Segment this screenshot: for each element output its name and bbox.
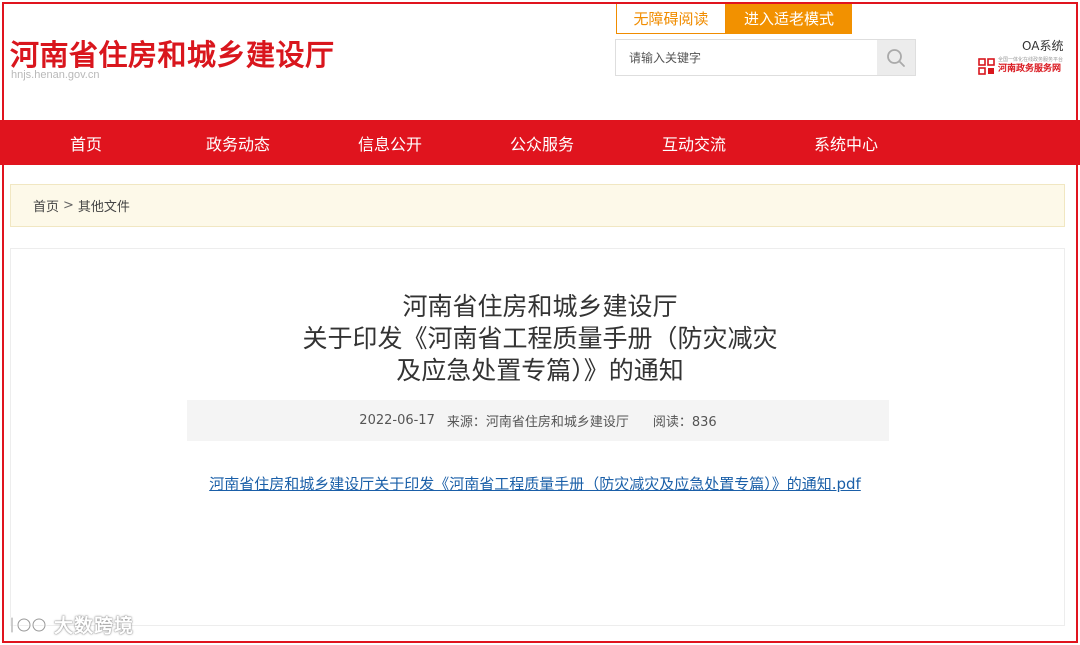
gov-service-small-text: 全国一体化在线政务服务平台 [998, 57, 1064, 63]
watermark-logo-icon [10, 616, 47, 633]
nav-item-government-news[interactable]: 政务动态 [162, 120, 314, 165]
elder-mode-button[interactable]: 进入适老模式 [726, 3, 852, 34]
accessibility-reading-button[interactable]: 无障碍阅读 [616, 3, 726, 34]
breadcrumb-current[interactable]: 其他文件 [78, 196, 130, 215]
site-header: 河南省住房和城乡建设厅 hnjs.henan.gov.cn 无障碍阅读 进入适老… [0, 0, 1080, 120]
nav-item-info-disclosure[interactable]: 信息公开 [314, 120, 466, 165]
gov-service-logo-icon [978, 57, 995, 75]
site-url: hnjs.henan.gov.cn [11, 69, 100, 81]
article-date: 2022-06-17 [359, 413, 435, 428]
article-title-line-2: 关于印发《河南省工程质量手册（防灾减灾 [302, 324, 778, 353]
oa-system-link[interactable]: OA系统 [1022, 37, 1063, 54]
article-source: 来源：河南省住房和城乡建设厅 [446, 415, 629, 430]
nav-item-public-service[interactable]: 公众服务 [466, 120, 618, 165]
breadcrumb-home[interactable]: 首页 [33, 196, 59, 215]
henan-gov-service-link[interactable]: 全国一体化在线政务服务平台 河南政务服务网 [978, 57, 1063, 75]
search-button[interactable] [877, 40, 915, 75]
site-title[interactable]: 河南省住房和城乡建设厅 [10, 32, 335, 74]
search-icon [887, 48, 905, 67]
search-box [615, 39, 916, 76]
watermark: 大数跨境 [8, 611, 134, 638]
nav-item-system-center[interactable]: 系统中心 [770, 120, 922, 165]
main-nav: 首页 政务动态 信息公开 公众服务 互动交流 系统中心 [0, 120, 1080, 165]
article-title-line-1: 河南省住房和城乡建设厅 [402, 292, 678, 321]
article-meta: 2022-06-17 来源：河南省住房和城乡建设厅 阅读：836 [187, 400, 889, 441]
attachment-pdf-link[interactable]: 河南省住房和城乡建设厅关于印发《河南省工程质量手册（防灾减灾及应急处置专篇）》的… [0, 473, 1070, 494]
nav-item-home[interactable]: 首页 [10, 120, 162, 165]
search-input[interactable] [616, 40, 878, 75]
watermark-text: 大数跨境 [54, 615, 135, 637]
gov-service-name: 河南政务服务网 [998, 64, 1062, 74]
breadcrumb: 首页 > 其他文件 [10, 184, 1065, 227]
article-title-line-3: 及应急处置专篇）》的通知 [396, 356, 684, 385]
article-read-count: 阅读：836 [652, 415, 717, 430]
breadcrumb-separator: > [63, 198, 74, 213]
nav-item-interaction[interactable]: 互动交流 [618, 120, 770, 165]
